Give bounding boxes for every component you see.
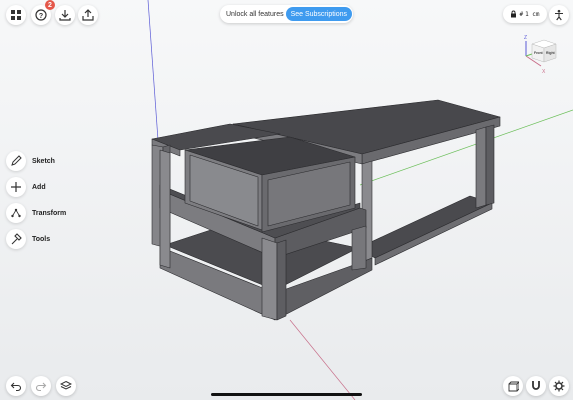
accessibility-button[interactable] [549, 5, 569, 25]
red-axis-line [289, 319, 356, 400]
gear-icon [553, 380, 565, 392]
blue-axis-line [147, 0, 159, 141]
model-viewport[interactable] [0, 0, 573, 400]
add-tool[interactable]: Add [6, 177, 46, 197]
share-button[interactable] [78, 5, 98, 25]
z-axis-label: Z [524, 35, 527, 41]
snap-button[interactable] [526, 376, 546, 396]
lock-icon [511, 10, 517, 18]
pencil-icon [11, 155, 22, 166]
svg-text:?: ? [39, 13, 43, 20]
cube-right-label: Right [546, 51, 556, 55]
download-icon [59, 10, 71, 21]
settings-button[interactable] [549, 376, 569, 396]
sketch-tool[interactable]: Sketch [6, 151, 55, 171]
person-icon [555, 9, 563, 21]
see-subscriptions-button[interactable]: See Subscriptions [285, 7, 352, 21]
unlock-text: Unlock all features [226, 10, 284, 18]
view-cube[interactable]: Z X Front Right [518, 32, 562, 76]
help-icon: ? [35, 9, 47, 21]
tools-tool[interactable]: Tools [6, 229, 50, 249]
help-button[interactable]: ? 2 [31, 0, 55, 25]
grid-button[interactable] [6, 5, 26, 25]
magnet-icon [532, 381, 540, 390]
grid-symbol: # [519, 10, 524, 18]
undo-button[interactable] [6, 376, 26, 396]
transform-icon [11, 208, 21, 218]
redo-icon [35, 382, 47, 392]
transform-tool[interactable]: Transform [6, 203, 66, 223]
unit-value: 1 cm [525, 10, 540, 18]
model-view-button[interactable] [503, 376, 523, 396]
cube-outline-icon [508, 381, 519, 392]
redo-button[interactable] [31, 376, 51, 396]
sketch-tool-label: Sketch [32, 157, 55, 165]
layers-button[interactable] [56, 376, 76, 396]
unit-settings-button[interactable]: # 1 cm [503, 5, 547, 23]
layers-icon [60, 380, 72, 390]
hammer-icon [11, 233, 22, 245]
notification-badge: 2 [45, 0, 55, 10]
tools-tool-label: Tools [32, 235, 51, 243]
undo-icon [10, 382, 22, 392]
3d-model[interactable] [151, 99, 501, 321]
subscription-banner: Unlock all features See Subscriptions [220, 5, 353, 23]
import-button[interactable] [55, 5, 75, 25]
x-axis-label: X [542, 69, 546, 75]
plus-icon [11, 182, 21, 192]
transform-tool-label: Transform [32, 209, 67, 217]
add-tool-label: Add [32, 183, 46, 191]
share-icon [82, 9, 94, 21]
home-indicator[interactable] [211, 393, 362, 396]
grid-icon [11, 10, 21, 20]
cube-front-label: Front [534, 51, 544, 55]
